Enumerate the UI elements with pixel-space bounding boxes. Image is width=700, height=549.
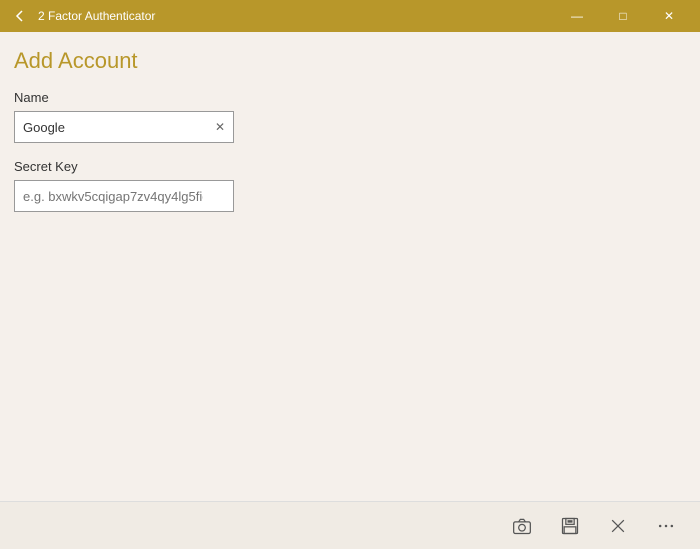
save-button[interactable]	[548, 506, 592, 546]
window-controls: — □ ✕	[554, 0, 692, 32]
main-content: Add Account Name ✕ Secret Key	[0, 32, 700, 501]
name-input[interactable]	[14, 111, 234, 143]
secret-key-input[interactable]	[14, 180, 234, 212]
camera-button[interactable]	[500, 506, 544, 546]
back-button[interactable]	[8, 4, 32, 28]
name-label: Name	[14, 90, 686, 105]
discard-icon	[608, 516, 628, 536]
maximize-button[interactable]: □	[600, 0, 646, 32]
name-input-wrapper: ✕	[14, 111, 234, 143]
secret-key-label: Secret Key	[14, 159, 686, 174]
camera-icon	[512, 516, 532, 536]
clear-name-button[interactable]: ✕	[210, 117, 230, 137]
close-button[interactable]: ✕	[646, 0, 692, 32]
bottom-toolbar	[0, 501, 700, 549]
page-title: Add Account	[14, 48, 686, 74]
more-button[interactable]	[644, 506, 688, 546]
window-title: 2 Factor Authenticator	[38, 9, 554, 23]
minimize-button[interactable]: —	[554, 0, 600, 32]
more-icon	[656, 516, 676, 536]
discard-button[interactable]	[596, 506, 640, 546]
title-bar: 2 Factor Authenticator — □ ✕	[0, 0, 700, 32]
save-icon	[560, 516, 580, 536]
secret-key-input-wrapper	[14, 180, 234, 212]
